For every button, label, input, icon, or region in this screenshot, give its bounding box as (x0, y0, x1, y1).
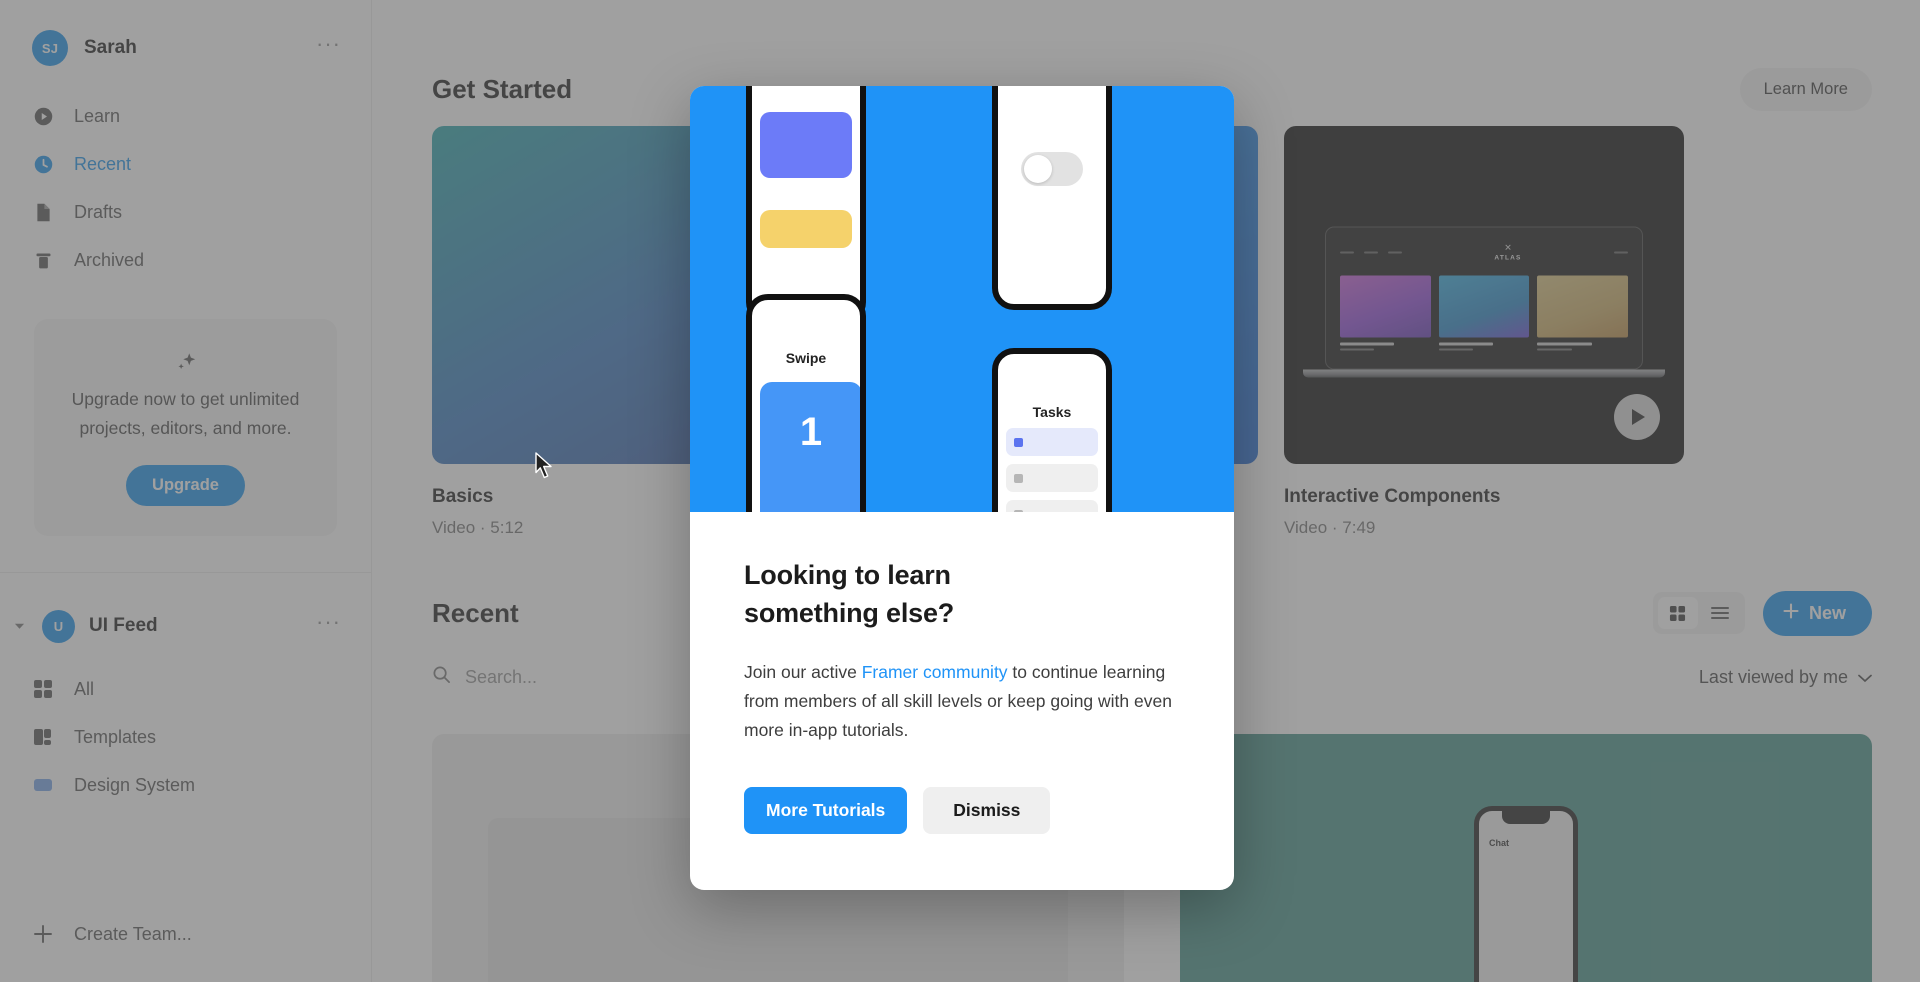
mock-task-row (1006, 500, 1098, 512)
toggle-knob (1024, 155, 1052, 183)
toggle-switch (1021, 152, 1083, 186)
swipe-card: 1 (760, 382, 860, 512)
mock-swipe-label: Swipe (785, 350, 827, 366)
dismiss-button[interactable]: Dismiss (923, 787, 1051, 834)
purple-chip (760, 112, 852, 178)
modal-title-line-1: Looking to learn (744, 560, 951, 590)
learn-more-modal: Swipe 1 Tasks Looking to learn something… (690, 86, 1234, 890)
mock-phone-toggle (992, 86, 1112, 310)
modal-title-line-2: something else? (744, 598, 955, 628)
modal-description: Join our active Framer community to cont… (744, 658, 1180, 745)
mock-phone-swipe: Swipe 1 (746, 294, 866, 512)
modal-illustration: Swipe 1 Tasks (690, 86, 1234, 512)
mock-task-row (1006, 464, 1098, 492)
more-tutorials-button[interactable]: More Tutorials (744, 787, 908, 834)
modal-copy-before: Join our active (744, 662, 862, 682)
framer-community-link[interactable]: Framer community (862, 662, 1008, 682)
mock-task-row (1006, 428, 1098, 456)
modal-title: Looking to learn something else? (744, 556, 1180, 632)
screen-root: SJ Sarah ··· Learn Recent (0, 0, 1920, 982)
modal-actions: More Tutorials Dismiss (690, 745, 1234, 890)
mock-phone-tasks: Tasks (992, 348, 1112, 512)
mock-tasks-label: Tasks (1032, 404, 1072, 420)
modal-body: Looking to learn something else? Join ou… (690, 512, 1234, 745)
yellow-chip (760, 210, 852, 248)
mock-phone-cards (746, 86, 866, 324)
